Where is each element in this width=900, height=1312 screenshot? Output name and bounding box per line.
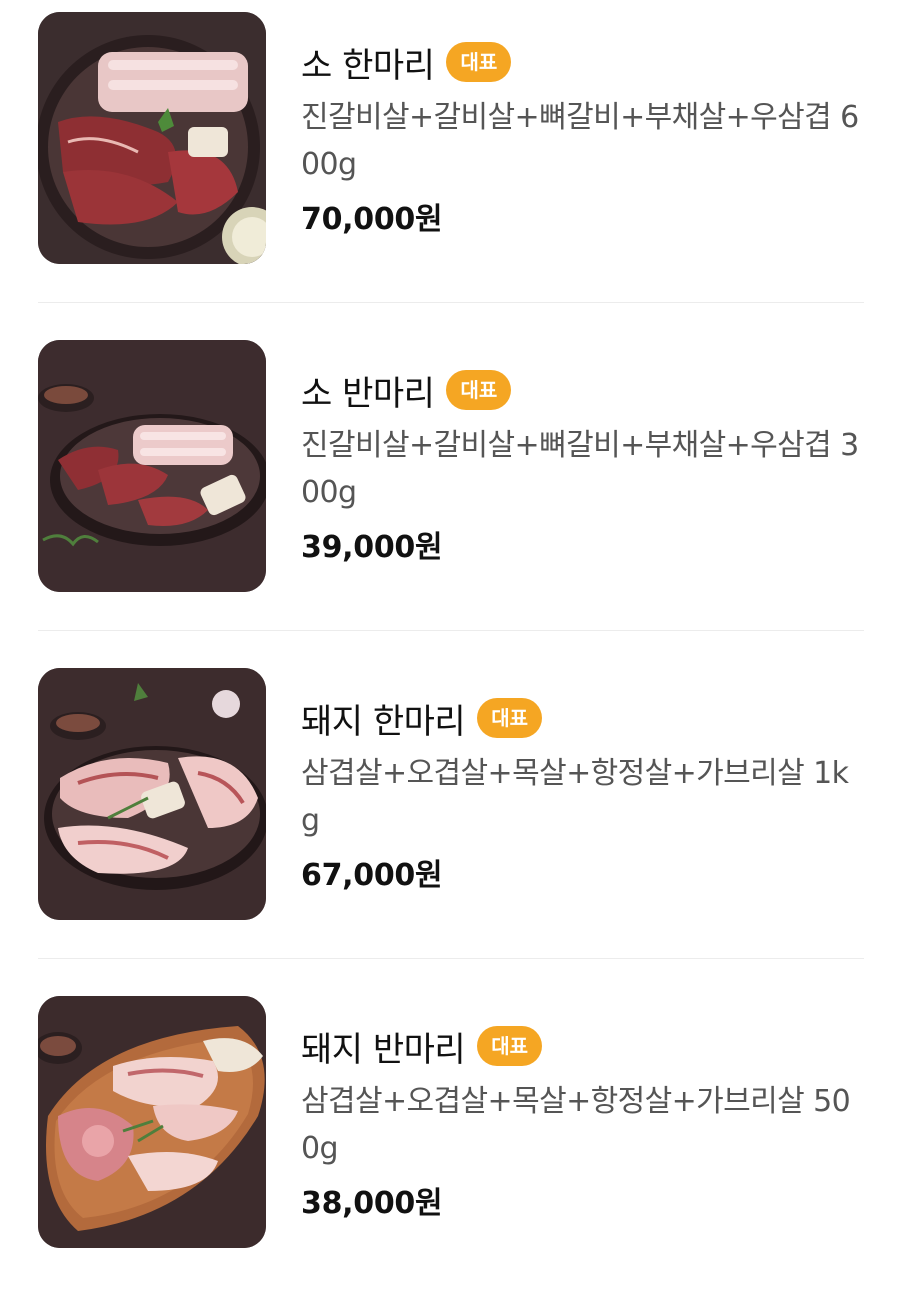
- menu-item[interactable]: 돼지 반마리 대표 삼겹살+오겹살+목살+항정살+가브리살 500g 38,00…: [0, 984, 900, 1312]
- menu-item-info: 소 반마리 대표 진갈비살+갈비살+뼈갈비+부채살+우삼겹 300g 39,00…: [301, 366, 871, 566]
- name-row: 소 한마리 대표: [301, 38, 871, 86]
- menu-item-description: 삼겹살+오겹살+목살+항정살+가브리살 1kg: [301, 756, 849, 838]
- menu-item-name: 돼지 반마리: [301, 1029, 466, 1070]
- menu-list: 소 한마리 대표 진갈비살+갈비살+뼈갈비+부채살+우삼겹 600g 70,00…: [0, 0, 900, 1267]
- menu-item-photo[interactable]: [38, 996, 266, 1248]
- menu-item-price: 67,000원: [301, 858, 443, 893]
- menu-item-name: 소 한마리: [301, 45, 435, 86]
- menu-item-info: 돼지 한마리 대표 삼겹살+오겹살+목살+항정살+가브리살 1kg 67,000…: [301, 694, 871, 894]
- menu-item-photo[interactable]: [38, 340, 266, 592]
- divider: [38, 302, 864, 303]
- name-row: 돼지 반마리 대표: [301, 1022, 871, 1070]
- menu-item-description: 진갈비살+갈비살+뼈갈비+부채살+우삼겹 300g: [301, 428, 859, 510]
- menu-item[interactable]: 소 반마리 대표 진갈비살+갈비살+뼈갈비+부채살+우삼겹 300g 39,00…: [0, 328, 900, 656]
- divider: [38, 958, 864, 959]
- menu-item-name: 소 반마리: [301, 373, 435, 414]
- menu-item-photo[interactable]: [38, 12, 266, 264]
- featured-badge: 대표: [446, 370, 512, 410]
- menu-item-price: 38,000원: [301, 1186, 443, 1221]
- menu-item-price: 70,000원: [301, 202, 443, 237]
- menu-item-info: 돼지 반마리 대표 삼겹살+오겹살+목살+항정살+가브리살 500g 38,00…: [301, 1022, 871, 1222]
- menu-item-photo[interactable]: [38, 668, 266, 920]
- menu-item-description: 삼겹살+오겹살+목살+항정살+가브리살 500g: [301, 1084, 851, 1166]
- featured-badge: 대표: [477, 1026, 543, 1066]
- menu-item-name: 돼지 한마리: [301, 701, 466, 742]
- name-row: 돼지 한마리 대표: [301, 694, 871, 742]
- menu-item[interactable]: 돼지 한마리 대표 삼겹살+오겹살+목살+항정살+가브리살 1kg 67,000…: [0, 656, 900, 984]
- menu-item-price: 39,000원: [301, 530, 443, 565]
- name-row: 소 반마리 대표: [301, 366, 871, 414]
- featured-badge: 대표: [477, 698, 543, 738]
- menu-item-description: 진갈비살+갈비살+뼈갈비+부채살+우삼겹 600g: [301, 100, 859, 182]
- featured-badge: 대표: [446, 42, 512, 82]
- menu-item-info: 소 한마리 대표 진갈비살+갈비살+뼈갈비+부채살+우삼겹 600g 70,00…: [301, 38, 871, 238]
- divider: [38, 630, 864, 631]
- menu-item[interactable]: 소 한마리 대표 진갈비살+갈비살+뼈갈비+부채살+우삼겹 600g 70,00…: [0, 0, 900, 328]
